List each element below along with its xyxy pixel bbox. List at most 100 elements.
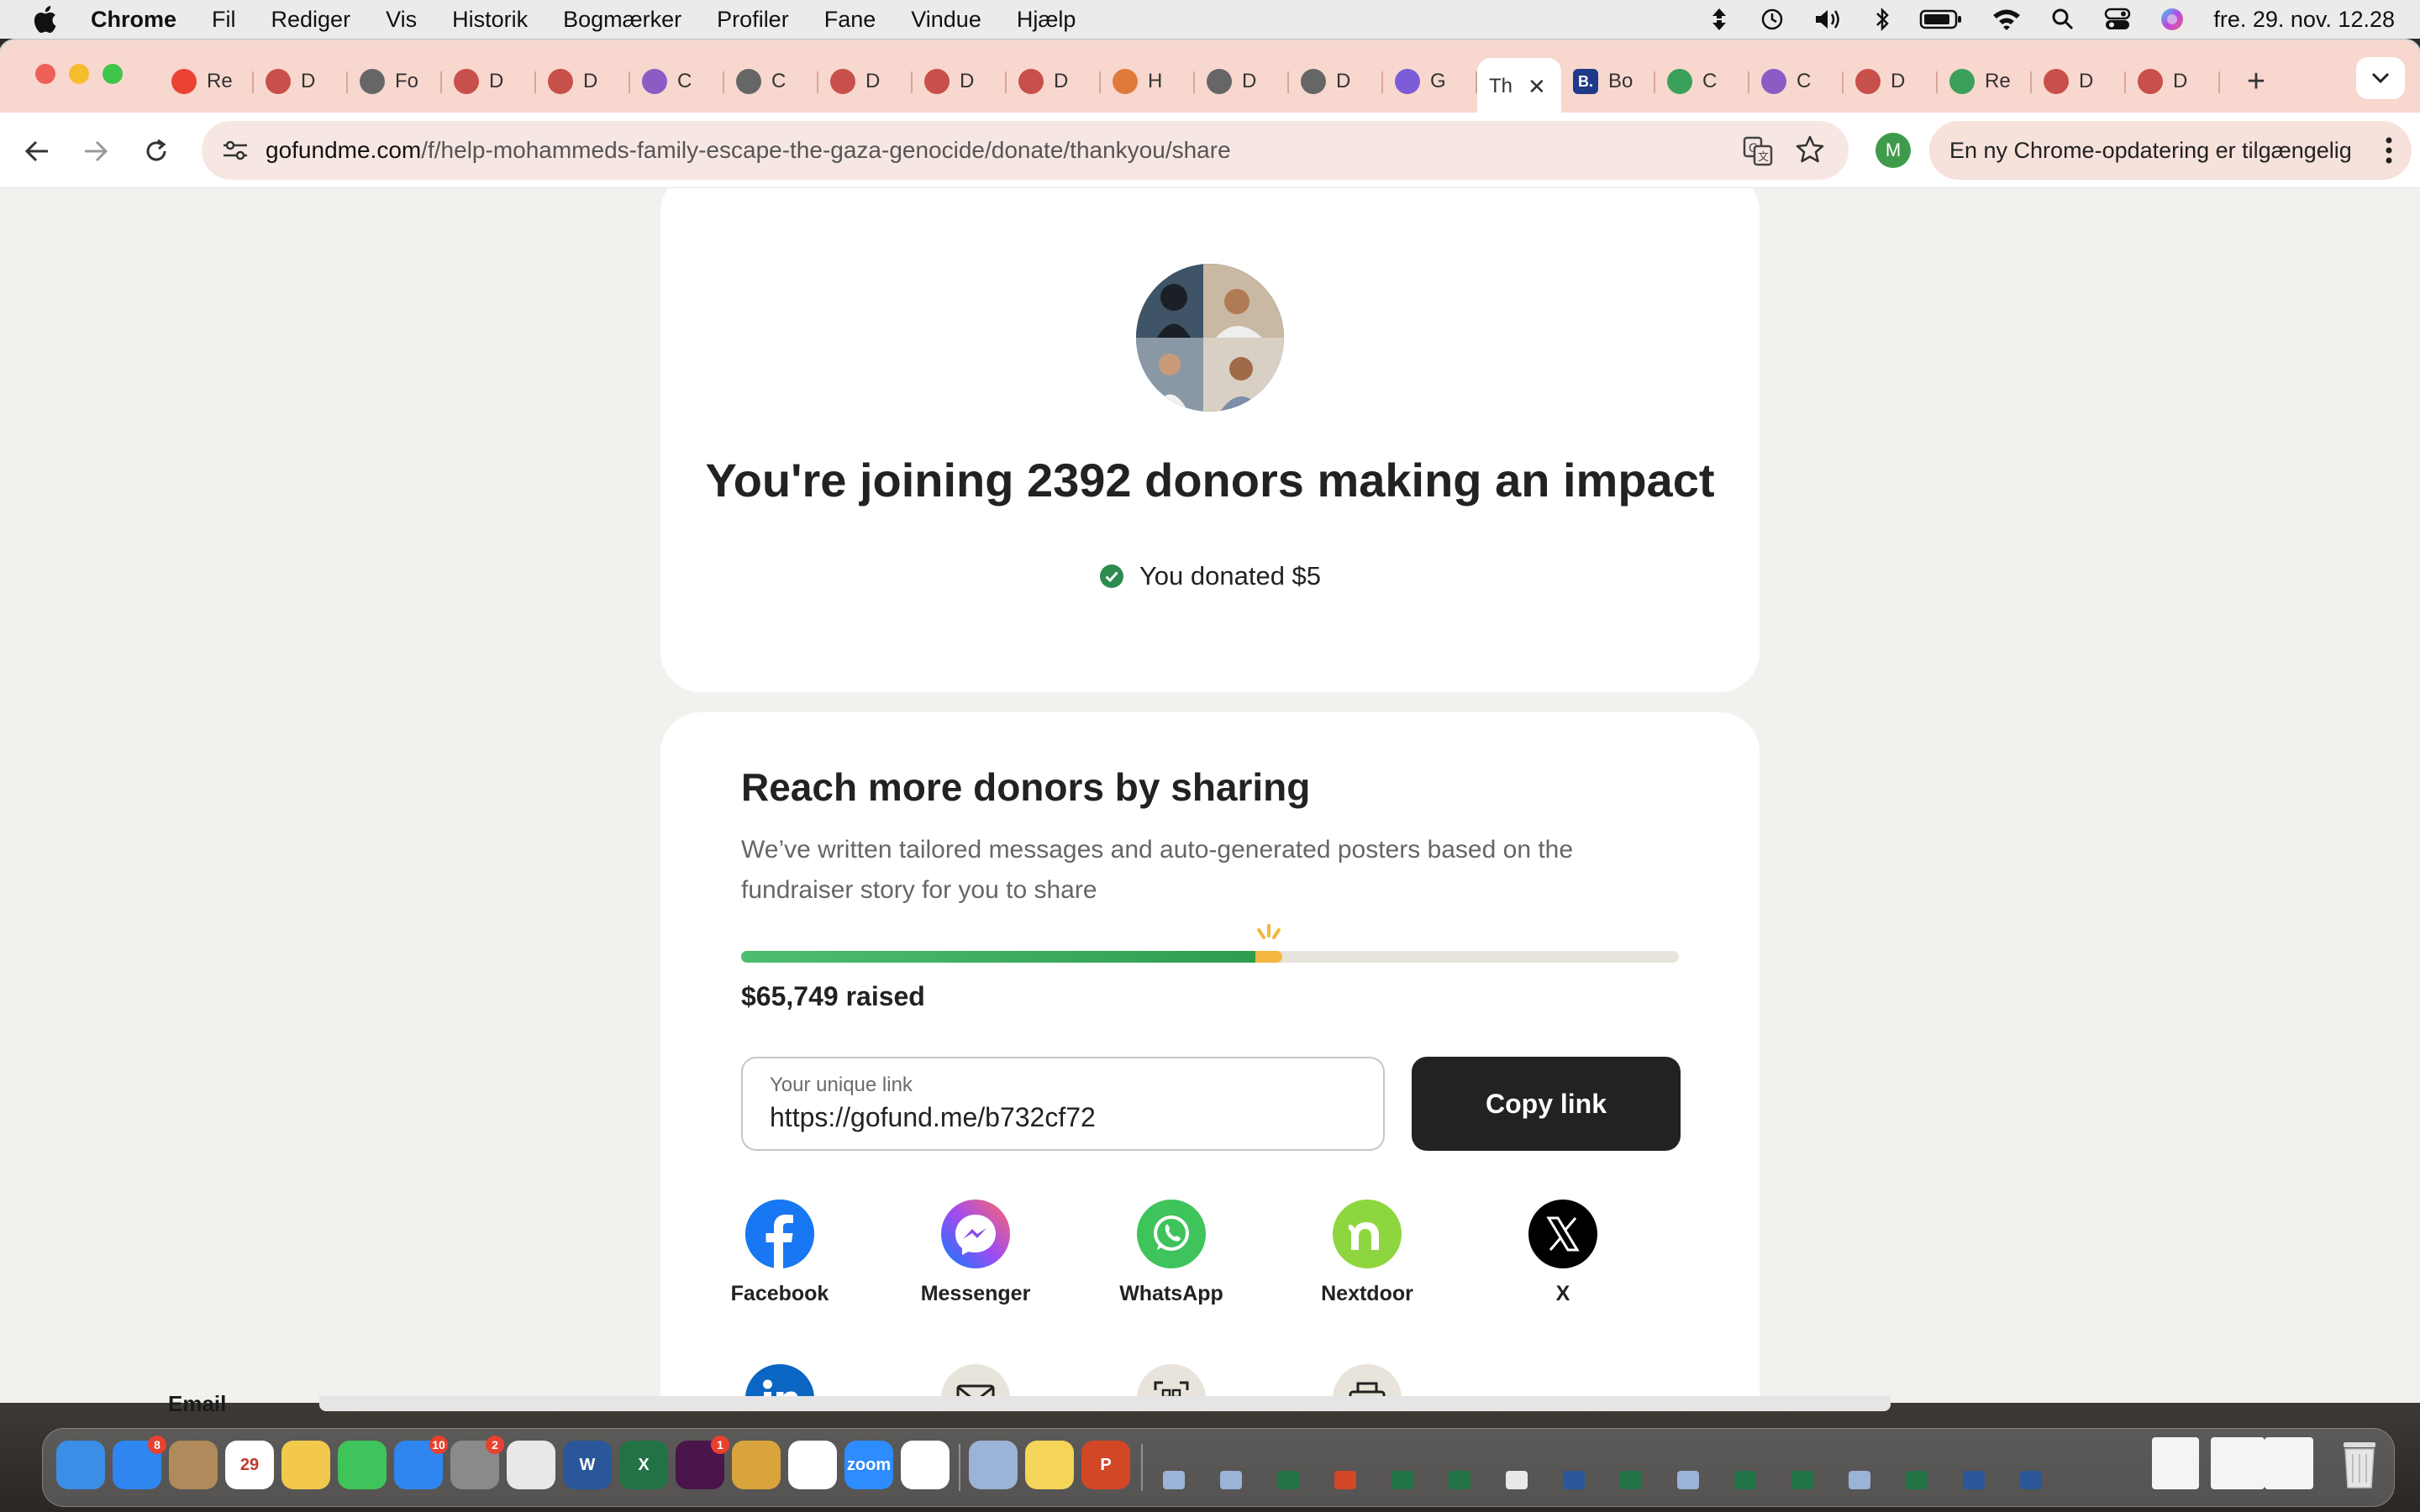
chrome-icon[interactable] — [507, 1441, 555, 1489]
minimized-window-thumbnail[interactable] — [2020, 1471, 2042, 1489]
sync-arrows-icon[interactable] — [1707, 7, 1731, 32]
menu-rediger[interactable]: Rediger — [271, 7, 351, 33]
minimized-window-thumbnail[interactable] — [1334, 1471, 1356, 1489]
share-messenger-button[interactable]: Messenger — [892, 1200, 1060, 1306]
minimized-window-thumbnail[interactable] — [1677, 1471, 1699, 1489]
unique-link-input[interactable] — [770, 1102, 1358, 1133]
minimized-window-thumbnail[interactable] — [1620, 1471, 1642, 1489]
minimized-window-thumbnail[interactable] — [1563, 1471, 1585, 1489]
unique-link-field[interactable]: Your unique link — [741, 1057, 1385, 1151]
wifi-icon[interactable] — [1991, 8, 2022, 31]
profile-avatar-button[interactable]: M — [1876, 133, 1911, 168]
mail-icon[interactable]: 8 — [113, 1436, 166, 1489]
minimized-window-thumbnail[interactable] — [1277, 1471, 1299, 1489]
browser-tab[interactable]: B. Bo — [1561, 58, 1655, 105]
url-text[interactable]: gofundme.com/f/help-mohammeds-family-esc… — [266, 137, 1231, 164]
app-store-icon[interactable]: 10 — [394, 1436, 448, 1489]
control-center-icon[interactable] — [2104, 8, 2131, 31]
menu-bogmaerker[interactable]: Bogmærker — [563, 7, 681, 33]
contacts-icon[interactable] — [169, 1441, 218, 1489]
trash-icon[interactable] — [2335, 1441, 2384, 1489]
menu-fil[interactable]: Fil — [212, 7, 236, 33]
browser-tab[interactable]: Re — [1938, 58, 2032, 105]
minimize-window-button[interactable] — [69, 64, 89, 84]
translate-icon[interactable]: G文 — [1743, 136, 1773, 171]
minimized-window-thumbnail[interactable] — [1449, 1471, 1470, 1489]
active-browser-tab[interactable]: Th ✕ — [1477, 58, 1561, 115]
menu-app-name[interactable]: Chrome — [91, 7, 176, 33]
minimized-window-thumbnail[interactable] — [2265, 1437, 2313, 1489]
database-icon[interactable] — [732, 1441, 781, 1489]
menu-vindue[interactable]: Vindue — [911, 7, 981, 33]
zoom-window-button[interactable] — [103, 64, 123, 84]
time-machine-icon[interactable] — [1760, 7, 1785, 32]
bluetooth-icon[interactable] — [1874, 7, 1891, 32]
share-x-button[interactable]: X — [1479, 1200, 1647, 1306]
apple-logo-icon[interactable] — [32, 5, 66, 34]
share-nextdoor-button[interactable]: Nextdoor — [1283, 1200, 1451, 1306]
minimized-window-thumbnail[interactable] — [2152, 1437, 2199, 1489]
browser-tab[interactable]: C — [724, 58, 818, 105]
menu-profiler[interactable]: Profiler — [717, 7, 789, 33]
menu-fane[interactable]: Fane — [824, 7, 876, 33]
minimized-window-thumbnail[interactable] — [1506, 1471, 1528, 1489]
messages-icon[interactable] — [338, 1441, 387, 1489]
browser-tab[interactable]: C — [630, 58, 724, 105]
reload-button[interactable] — [138, 133, 175, 170]
browser-tab[interactable]: G — [1383, 58, 1477, 105]
browser-tab[interactable]: D — [1007, 58, 1101, 105]
bookmark-star-icon[interactable] — [1795, 134, 1825, 169]
menu-vis[interactable]: Vis — [386, 7, 417, 33]
chrome-update-button[interactable]: En ny Chrome-opdatering er tilgængelig — [1929, 121, 2412, 180]
browser-tab[interactable]: Re — [160, 58, 254, 105]
browser-tab[interactable]: D — [1844, 58, 1938, 105]
volume-icon[interactable] — [1813, 7, 1845, 32]
share-whatsapp-button[interactable]: WhatsApp — [1087, 1200, 1255, 1306]
menu-hjaelp[interactable]: Hjælp — [1017, 7, 1076, 33]
minimized-window-thumbnail[interactable] — [1849, 1471, 1870, 1489]
powerpoint-icon[interactable]: P — [1081, 1441, 1130, 1489]
calendar-icon[interactable]: 29 — [225, 1441, 274, 1489]
new-tab-button[interactable]: + — [2235, 64, 2277, 100]
battery-icon[interactable] — [1919, 8, 1963, 30]
preview-icon[interactable] — [969, 1441, 1018, 1489]
browser-tab[interactable]: D — [818, 58, 913, 105]
spotlight-search-icon[interactable] — [2050, 7, 2075, 32]
browser-tab[interactable]: Fo — [348, 58, 442, 105]
clickup-icon[interactable] — [788, 1441, 837, 1489]
browser-tab[interactable]: D — [1195, 58, 1289, 105]
menubar-clock[interactable]: fre. 29. nov. 12.28 — [2213, 7, 2395, 33]
photos-icon[interactable] — [281, 1441, 330, 1489]
minimized-window-thumbnail[interactable] — [1220, 1471, 1242, 1489]
finder-icon[interactable] — [56, 1441, 105, 1489]
freeform-icon[interactable] — [901, 1441, 950, 1489]
excel-icon[interactable]: X — [619, 1441, 668, 1489]
copy-link-button[interactable]: Copy link — [1412, 1057, 1681, 1151]
tab-search-button[interactable] — [2356, 57, 2405, 99]
browser-tab[interactable]: C — [1655, 58, 1749, 105]
minimized-window-thumbnail[interactable] — [1791, 1471, 1813, 1489]
close-window-button[interactable] — [35, 64, 55, 84]
address-bar[interactable]: gofundme.com/f/help-mohammeds-family-esc… — [202, 121, 1849, 180]
more-menu-icon[interactable] — [2385, 136, 2393, 171]
notes-icon[interactable] — [1025, 1441, 1074, 1489]
minimized-window-thumbnail[interactable] — [1963, 1471, 1985, 1489]
slack-icon[interactable]: 1 — [676, 1436, 729, 1489]
browser-tab[interactable]: D — [442, 58, 536, 105]
browser-tab[interactable]: D — [1289, 58, 1383, 105]
browser-tab[interactable]: H — [1101, 58, 1195, 105]
browser-tab[interactable]: D — [913, 58, 1007, 105]
siri-icon[interactable] — [2160, 7, 2185, 32]
browser-tab[interactable]: C — [1749, 58, 1844, 105]
minimized-window-thumbnail[interactable] — [1734, 1471, 1756, 1489]
system-settings-icon[interactable]: 2 — [450, 1436, 504, 1489]
browser-tab[interactable]: D — [2032, 58, 2126, 105]
share-facebook-button[interactable]: Facebook — [696, 1200, 864, 1306]
zoom-icon[interactable]: zoom — [844, 1441, 893, 1489]
forward-button[interactable] — [77, 133, 114, 170]
minimized-window-thumbnail[interactable] — [2211, 1437, 2265, 1489]
browser-tab[interactable]: D — [254, 58, 348, 105]
close-tab-icon[interactable]: ✕ — [1528, 74, 1546, 100]
minimized-window-thumbnail[interactable] — [1163, 1471, 1185, 1489]
minimized-window-thumbnail[interactable] — [1392, 1471, 1413, 1489]
